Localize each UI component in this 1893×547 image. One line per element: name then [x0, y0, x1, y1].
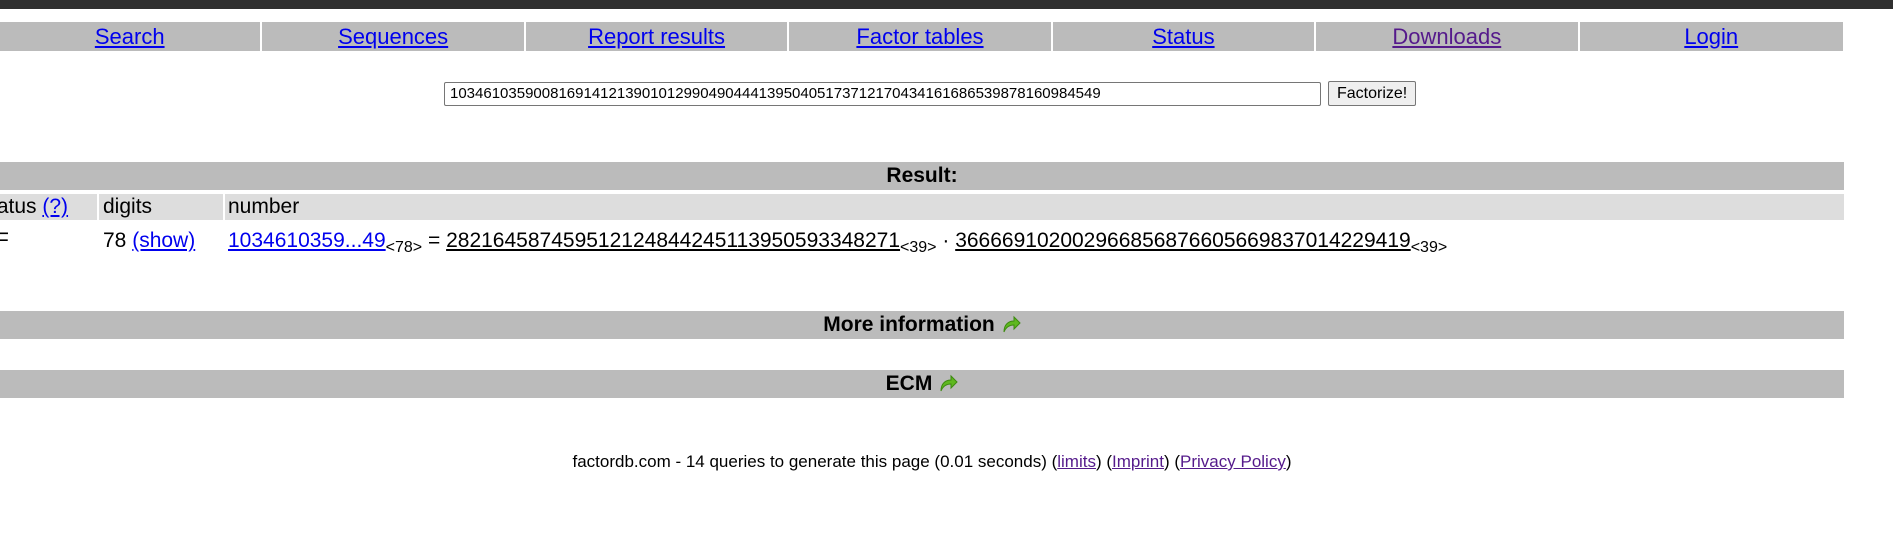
equals-sign: =: [427, 229, 441, 252]
status-header-label: tatus: [0, 195, 37, 218]
factor-2-digit-count: <39>: [1410, 239, 1448, 256]
expand-arrow-icon[interactable]: [938, 374, 959, 394]
number-column-header: number: [228, 195, 300, 218]
number-digit-count: <78>: [385, 239, 423, 256]
multiply-sign: ·: [942, 229, 950, 252]
result-table-row: F 78 (show) 1034610359...49<78> = 282164…: [0, 224, 1844, 258]
column-divider: [223, 194, 225, 220]
nav-item-downloads: Downloads: [1316, 22, 1580, 51]
digits-value: 78: [103, 229, 127, 252]
factor-2-link[interactable]: 366669102002966856876605669837014229419: [955, 229, 1411, 252]
footer-separator: ) (: [1163, 452, 1181, 471]
browser-top-strip: [0, 0, 1893, 9]
nav-item-search: Search: [0, 22, 263, 51]
digits-column-header: digits: [103, 195, 153, 218]
footer-separator: ) (: [1095, 452, 1113, 471]
nav-link-factor-tables[interactable]: Factor tables: [856, 24, 983, 50]
privacy-policy-link[interactable]: Privacy Policy: [1180, 452, 1286, 471]
nav-link-report-results[interactable]: Report results: [588, 24, 725, 50]
page: Search Sequences Report results Factor t…: [0, 0, 1893, 547]
more-information-label: More information: [823, 313, 995, 336]
imprint-link[interactable]: Imprint: [1112, 452, 1164, 471]
digits-cell: 78 (show): [103, 224, 195, 258]
result-heading-label: Result:: [886, 164, 958, 187]
expand-arrow-icon[interactable]: [1001, 315, 1021, 335]
nav-link-status[interactable]: Status: [1152, 24, 1214, 50]
factorize-button[interactable]: Factorize!: [1328, 81, 1417, 106]
search-form: Factorize!: [444, 81, 1417, 106]
result-table-header: tatus (?) digits number: [0, 194, 1844, 220]
factor-1-link[interactable]: 282164587459512124844245113950593348271: [446, 229, 900, 252]
status-value: F: [0, 229, 9, 252]
nav-link-sequences[interactable]: Sequences: [338, 24, 448, 50]
nav-item-report-results: Report results: [525, 22, 790, 51]
footer-end: ): [1285, 452, 1292, 471]
status-help-link[interactable]: (?): [42, 195, 68, 218]
ecm-label: ECM: [885, 372, 933, 395]
status-column-header: tatus (?): [0, 194, 68, 220]
nav-link-search[interactable]: Search: [95, 24, 165, 50]
nav-link-login[interactable]: Login: [1684, 24, 1738, 50]
nav-item-status: Status: [1052, 22, 1317, 51]
column-divider: [97, 194, 99, 220]
number-input[interactable]: [444, 81, 1321, 106]
more-information-bar[interactable]: More information: [0, 311, 1844, 339]
factor-1-digit-count: <39>: [900, 239, 937, 256]
result-heading: Result:: [0, 162, 1844, 190]
nav-item-login: Login: [1579, 22, 1843, 51]
number-link[interactable]: 1034610359...49: [228, 229, 386, 252]
ecm-bar[interactable]: ECM: [0, 370, 1844, 398]
show-number-link[interactable]: (show): [132, 229, 195, 252]
footer: factordb.com - 14 queries to generate th…: [0, 452, 1844, 472]
top-navigation: Search Sequences Report results Factor t…: [0, 22, 1843, 51]
nav-item-factor-tables: Factor tables: [789, 22, 1053, 51]
limits-link[interactable]: limits: [1057, 452, 1096, 471]
footer-text: factordb.com - 14 queries to generate th…: [572, 452, 1058, 471]
nav-item-sequences: Sequences: [262, 22, 526, 51]
nav-link-downloads[interactable]: Downloads: [1392, 24, 1501, 50]
number-cell: 1034610359...49<78> = 282164587459512124…: [228, 224, 1447, 258]
